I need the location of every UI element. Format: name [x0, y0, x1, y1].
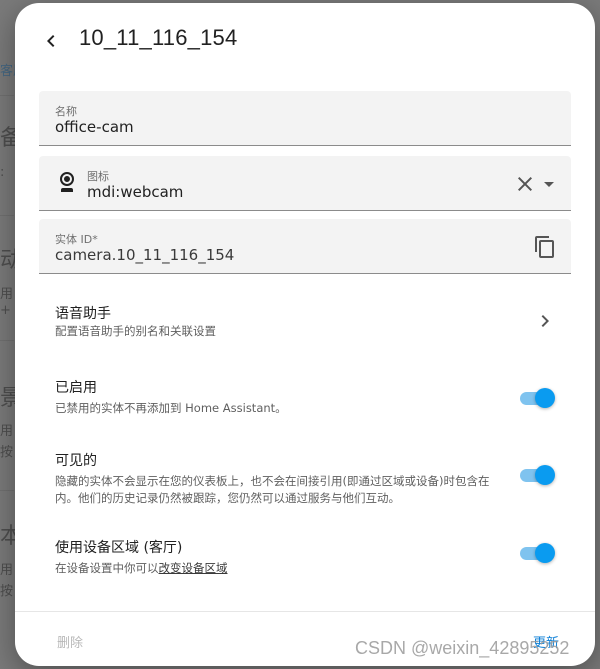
background-text: 用 [0, 287, 14, 302]
enabled-subtitle: 已禁用的实体不再添加到 Home Assistant。 [55, 401, 287, 415]
enabled-title: 已启用 [55, 380, 97, 396]
background-divider [0, 95, 14, 96]
icon-picker-field[interactable]: 图标 mdi:webcam [39, 156, 571, 211]
enabled-row: 已启用 已禁用的实体不再添加到 Home Assistant。 [15, 373, 595, 423]
name-field-label: 名称 [55, 105, 77, 118]
content-copy-icon[interactable] [533, 235, 557, 259]
webcam-icon [60, 172, 74, 192]
toggle-thumb [535, 388, 555, 408]
toggle-thumb [535, 465, 555, 485]
background-divider [0, 215, 14, 216]
menu-down-icon[interactable] [537, 172, 561, 196]
use-device-area-title: 使用设备区域 (客厅) [55, 540, 183, 556]
background-text: + [0, 303, 11, 318]
voice-assistant-title: 语音助手 [55, 306, 111, 322]
enabled-toggle[interactable] [518, 386, 556, 410]
use-device-area-toggle[interactable] [518, 541, 556, 565]
voice-assistant-subtitle: 配置语音助手的别名和关联设置 [55, 324, 216, 338]
background-text: 按 [0, 584, 14, 599]
background-text: 按 [0, 445, 14, 460]
background-divider [0, 490, 14, 491]
use-device-area-subtitle-prefix: 在设备设置中你可以 [55, 561, 159, 575]
back-button[interactable] [35, 25, 67, 57]
visible-toggle[interactable] [518, 463, 556, 487]
icon-field-label: 图标 [87, 170, 109, 183]
name-field-value[interactable]: office-cam [55, 118, 134, 136]
icon-field-value[interactable]: mdi:webcam [87, 183, 183, 201]
dialog-header: 10_11_116_154 [15, 3, 595, 75]
chevron-right-icon [541, 315, 549, 327]
background-divider [0, 340, 14, 341]
entity-id-field[interactable]: 实体 ID* camera.10_11_116_154 [39, 219, 571, 274]
entity-id-label: 实体 ID* [55, 233, 98, 246]
visible-title: 可见的 [55, 453, 97, 469]
dialog-title: 10_11_116_154 [79, 25, 238, 50]
visible-subtitle: 隐藏的实体不会显示在您的仪表板上，也不会在间接引用(即通过区域或设备)时包含在内… [55, 474, 490, 505]
background-text: : [0, 165, 5, 180]
toggle-thumb [535, 543, 555, 563]
entity-settings-dialog: 10_11_116_154 名称 office-cam 图标 mdi:webca… [15, 3, 595, 666]
background-text: 用 [0, 424, 14, 439]
close-icon[interactable] [513, 172, 537, 196]
background-text: 用 [0, 563, 14, 578]
use-device-area-row: 使用设备区域 (客厅) 在设备设置中你可以改变设备区域 [15, 533, 595, 583]
delete-button[interactable]: 删除 [57, 632, 83, 651]
voice-assistant-row[interactable]: 语音助手 配置语音助手的别名和关联设置 [15, 293, 595, 349]
entity-id-value[interactable]: camera.10_11_116_154 [55, 246, 234, 264]
change-device-area-link[interactable]: 改变设备区域 [159, 561, 228, 575]
chevron-left-icon [47, 35, 55, 47]
name-field[interactable]: 名称 office-cam [39, 91, 571, 146]
watermark-text: CSDN @weixin_42895252 [355, 638, 570, 658]
use-device-area-subtitle: 在设备设置中你可以改变设备区域 [55, 560, 500, 577]
visible-row: 可见的 隐藏的实体不会显示在您的仪表板上，也不会在间接引用(即通过区域或设备)时… [15, 446, 595, 510]
